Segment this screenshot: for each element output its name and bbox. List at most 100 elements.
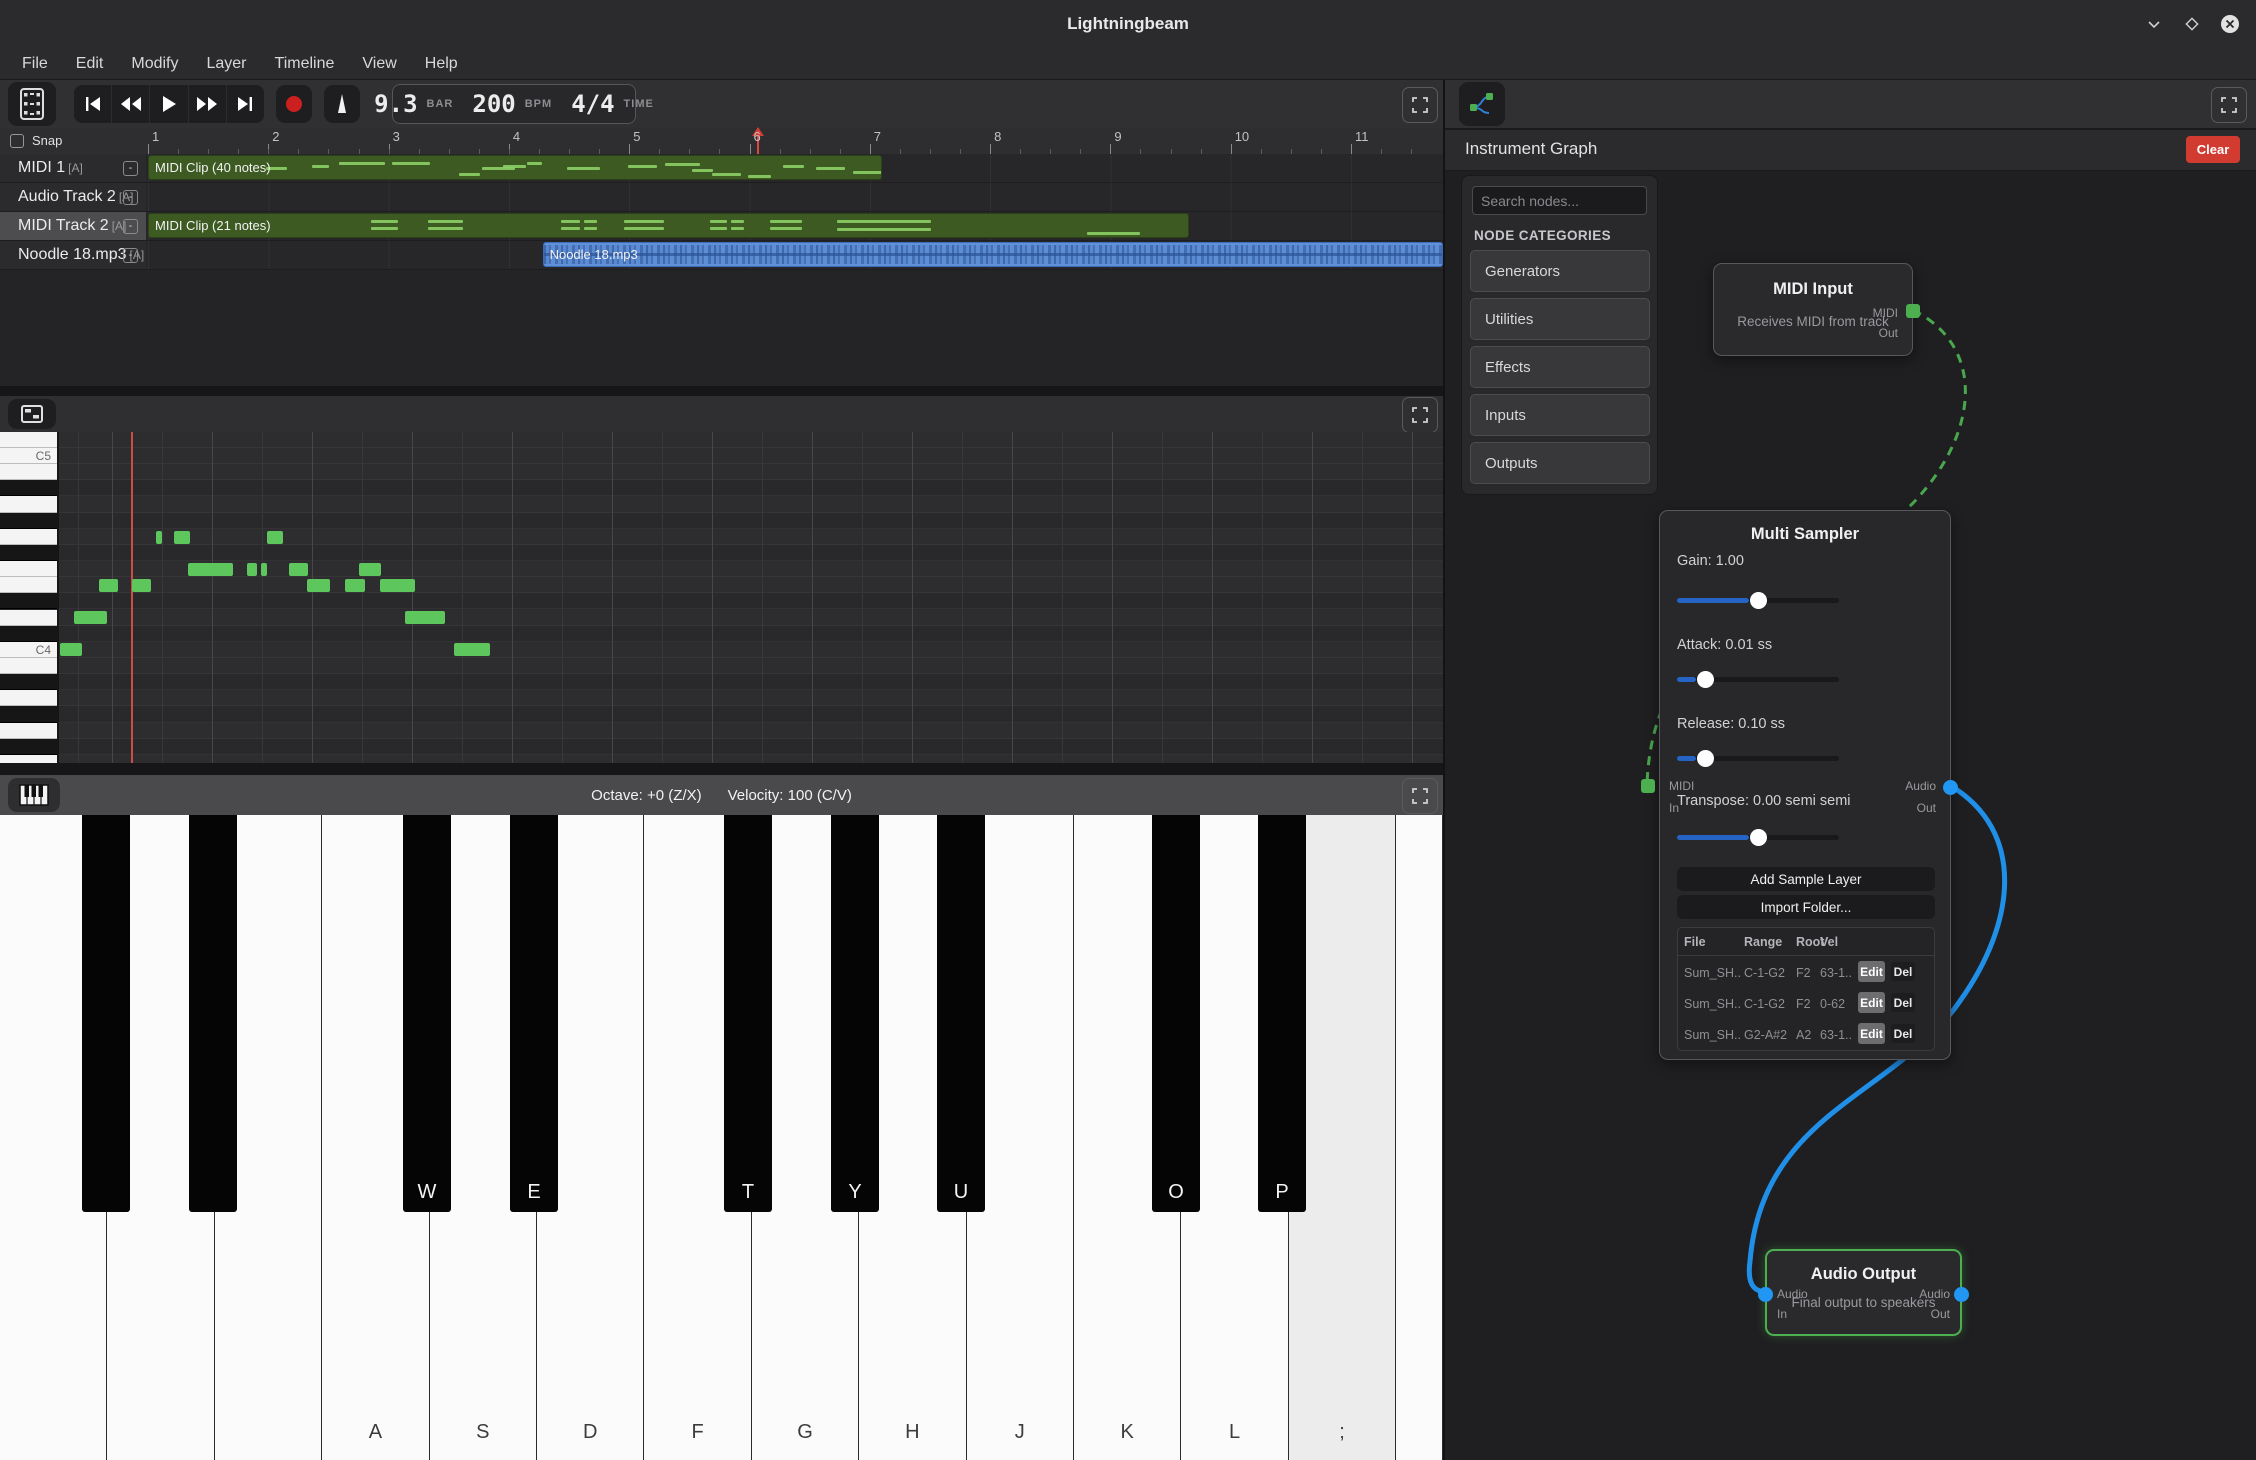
graph-fullscreen-icon[interactable]: [2211, 87, 2247, 123]
midi-note[interactable]: [247, 563, 257, 576]
roll-black-key[interactable]: [0, 739, 57, 755]
param-slider[interactable]: [1677, 677, 1839, 682]
param-slider[interactable]: [1677, 835, 1839, 840]
close-icon[interactable]: [2216, 10, 2244, 38]
roll-black-key[interactable]: [0, 545, 57, 561]
roll-white-key[interactable]: [0, 610, 57, 626]
menu-item-help[interactable]: Help: [411, 48, 472, 80]
midi-note[interactable]: [267, 531, 283, 544]
edit-button[interactable]: Edit: [1858, 961, 1885, 982]
menu-item-modify[interactable]: Modify: [117, 48, 192, 80]
param-slider[interactable]: [1677, 598, 1839, 603]
track-collapse-button[interactable]: -: [123, 161, 138, 176]
midi-note[interactable]: [454, 643, 490, 656]
midi-note[interactable]: [261, 563, 267, 576]
audio-out-port[interactable]: [1943, 780, 1958, 795]
roll-white-key[interactable]: [0, 723, 57, 739]
black-key-P[interactable]: P: [1258, 815, 1306, 1212]
delete-button[interactable]: Del: [1891, 993, 1915, 1012]
category-generators[interactable]: Generators: [1470, 250, 1650, 292]
roll-white-key[interactable]: [0, 577, 57, 593]
roll-white-key[interactable]: [0, 561, 57, 577]
node-graph-icon[interactable]: [1459, 82, 1505, 126]
midi-note[interactable]: [74, 611, 107, 624]
keyboard-fullscreen-icon[interactable]: [1402, 778, 1438, 814]
black-key-W[interactable]: W: [403, 815, 451, 1212]
roll-black-key[interactable]: [0, 480, 57, 496]
mini-view-icon[interactable]: [8, 399, 56, 429]
delete-button[interactable]: Del: [1891, 962, 1915, 981]
track-row[interactable]: Audio Track 2[A]-: [0, 183, 1443, 212]
midi-note[interactable]: [188, 563, 233, 576]
midi-note[interactable]: [132, 579, 151, 592]
track-lane[interactable]: MIDI Clip (21 notes): [146, 212, 1443, 240]
roll-black-key[interactable]: [0, 674, 57, 690]
menu-item-timeline[interactable]: Timeline: [261, 48, 349, 80]
menu-item-file[interactable]: File: [8, 48, 62, 80]
midi-in-port[interactable]: [1641, 779, 1655, 793]
audio-out-port[interactable]: [1954, 1287, 1969, 1302]
track-row[interactable]: Noodle 18.mp3Noodle 18.mp3[A]-: [0, 241, 1443, 270]
roll-white-key[interactable]: [0, 496, 57, 512]
track-row[interactable]: MIDI Clip (21 notes)MIDI Track 2[A]-: [0, 212, 1443, 241]
black-key[interactable]: [189, 815, 237, 1212]
track-collapse-button[interactable]: -: [123, 248, 138, 263]
slider-thumb[interactable]: [1697, 750, 1714, 767]
play-button[interactable]: [150, 85, 188, 123]
search-input[interactable]: [1472, 186, 1647, 215]
skip-to-end-button[interactable]: [227, 85, 264, 123]
midi-note[interactable]: [174, 531, 190, 544]
piano-roll-grid[interactable]: C5C4: [0, 432, 1443, 763]
roll-white-key[interactable]: [0, 432, 57, 448]
menu-item-edit[interactable]: Edit: [62, 48, 118, 80]
track-collapse-button[interactable]: -: [123, 219, 138, 234]
midi-note[interactable]: [405, 611, 445, 624]
midi-note[interactable]: [380, 579, 415, 592]
piano-roll-fullscreen-icon[interactable]: [1402, 397, 1438, 433]
white-key-partial[interactable]: [1396, 815, 1443, 1460]
roll-white-key[interactable]: [0, 529, 57, 545]
midi-note[interactable]: [289, 563, 308, 576]
black-key-T[interactable]: T: [724, 815, 772, 1212]
track-name-cell[interactable]: Noodle 18.mp3[A]-: [0, 241, 146, 269]
slider-thumb[interactable]: [1750, 829, 1767, 846]
graph-canvas[interactable]: NODE CATEGORIES GeneratorsUtilitiesEffec…: [1445, 171, 2256, 1460]
edit-button[interactable]: Edit: [1858, 992, 1885, 1013]
metronome-button[interactable]: [324, 85, 360, 123]
multi-sampler-node[interactable]: Multi Sampler Gain: 1.00Attack: 0.01 ssR…: [1659, 510, 1951, 1060]
category-outputs[interactable]: Outputs: [1470, 442, 1650, 484]
midi-note[interactable]: [60, 643, 82, 656]
rewind-button[interactable]: [112, 85, 150, 123]
param-slider[interactable]: [1677, 756, 1839, 761]
black-key-U[interactable]: U: [937, 815, 985, 1212]
slider-thumb[interactable]: [1697, 671, 1714, 688]
track-name-cell[interactable]: Audio Track 2[A]-: [0, 183, 146, 211]
midi-note[interactable]: [156, 531, 162, 544]
audio-output-node[interactable]: Audio Output Final output to speakers Au…: [1765, 1249, 1962, 1336]
record-button[interactable]: [276, 85, 312, 123]
fast-forward-button[interactable]: [189, 85, 227, 123]
midi-input-node[interactable]: MIDI Input Receives MIDI from track MIDI…: [1713, 263, 1913, 356]
edit-button[interactable]: Edit: [1858, 1023, 1885, 1044]
roll-white-key[interactable]: [0, 464, 57, 480]
midi-note[interactable]: [345, 579, 365, 592]
black-key-E[interactable]: E: [510, 815, 558, 1212]
black-key-Y[interactable]: Y: [831, 815, 879, 1212]
roll-white-key[interactable]: [0, 755, 57, 763]
film-icon[interactable]: [8, 82, 56, 126]
roll-black-key[interactable]: [0, 706, 57, 722]
roll-white-key[interactable]: [0, 658, 57, 674]
tempo-display[interactable]: 9.3 BAR 200 BPM 4/4 TIME: [392, 84, 636, 124]
track-lane[interactable]: Noodle 18.mp3: [146, 241, 1443, 269]
timeline-ruler[interactable]: Snap 1234567891011: [0, 128, 1443, 155]
black-key-O[interactable]: O: [1152, 815, 1200, 1212]
piano-roll-key-column[interactable]: C5C4: [0, 432, 59, 763]
skip-to-start-button[interactable]: [74, 85, 112, 123]
midi-clip[interactable]: MIDI Clip (40 notes): [148, 155, 882, 180]
delete-button[interactable]: Del: [1891, 1024, 1915, 1043]
slider-thumb[interactable]: [1750, 592, 1767, 609]
snap-checkbox[interactable]: [10, 134, 24, 148]
roll-white-key[interactable]: C5: [0, 448, 57, 464]
midi-note[interactable]: [359, 563, 381, 576]
add-sample-layer-button[interactable]: Add Sample Layer: [1677, 867, 1935, 891]
